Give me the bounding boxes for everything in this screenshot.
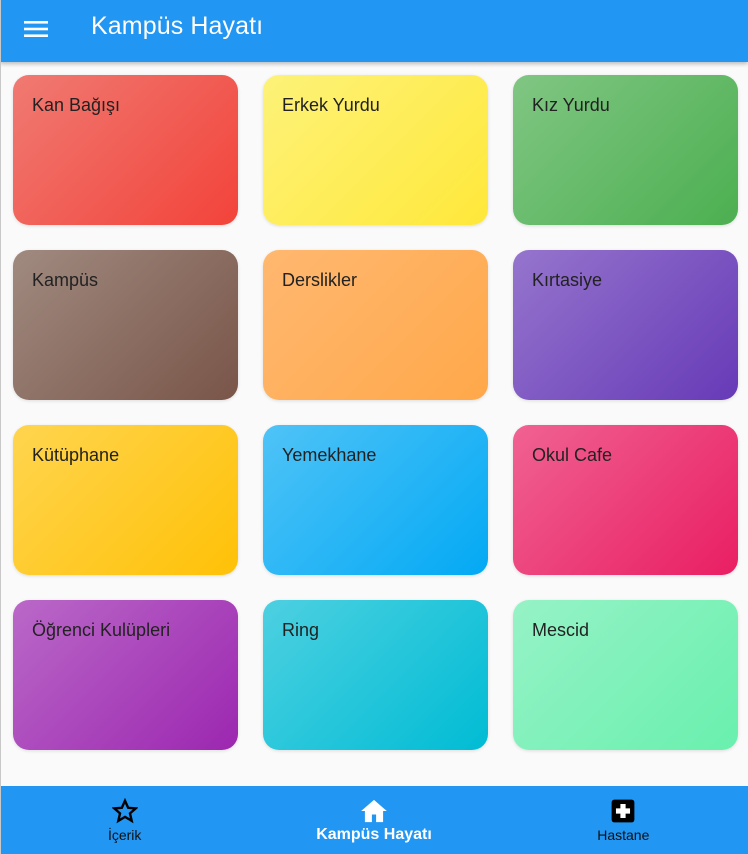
tile-label: Kız Yurdu [532, 95, 610, 115]
tile-kiz-yurdu[interactable]: Kız Yurdu [513, 75, 738, 225]
tile-label: Öğrenci Kulüpleri [32, 620, 171, 640]
home-icon [360, 797, 388, 825]
menu-icon [24, 21, 48, 37]
tile-kirtasiye[interactable]: Kırtasiye [513, 250, 738, 400]
tile-kutuphane[interactable]: Kütüphane [13, 425, 238, 575]
tile-label: Kütüphane [32, 445, 120, 465]
nav-label: Kampüs Hayatı [316, 826, 432, 843]
tile-label: Mescid [532, 620, 590, 640]
category-grid: Kan Bağışı Erkek Yurdu Kız Yurdu Kampüs … [13, 75, 738, 750]
tile-kampus[interactable]: Kampüs [13, 250, 238, 400]
tile-label: Kan Bağışı [32, 95, 121, 115]
tile-label: Kampüs [32, 270, 99, 290]
tile-label: Yemekhane [282, 445, 377, 465]
tile-derslikler[interactable]: Derslikler [263, 250, 488, 400]
star-outline-icon [111, 797, 139, 825]
window-edge [0, 0, 1, 854]
tile-ring[interactable]: Ring [263, 600, 488, 750]
nav-item-hastane[interactable]: Hastane [499, 786, 748, 854]
tile-label: Derslikler [282, 270, 358, 290]
tile-okul-cafe[interactable]: Okul Cafe [513, 425, 738, 575]
tile-label: Ring [282, 620, 320, 640]
tile-yemekhane[interactable]: Yemekhane [263, 425, 488, 575]
nav-label: İçerik [107, 827, 142, 843]
nav-label: Hastane [597, 827, 650, 843]
tile-label: Okul Cafe [532, 445, 613, 465]
tile-ogrenci-kulupleri[interactable]: Öğrenci Kulüpleri [13, 600, 238, 750]
hospital-icon [609, 797, 637, 825]
nav-item-kampus-hayati[interactable]: Kampüs Hayatı [249, 786, 498, 854]
tile-erkek-yurdu[interactable]: Erkek Yurdu [263, 75, 488, 225]
tile-mescid[interactable]: Mescid [513, 600, 738, 750]
tile-label: Kırtasiye [532, 270, 603, 290]
nav-item-icerik[interactable]: İçerik [0, 786, 249, 854]
menu-button[interactable] [14, 9, 58, 49]
bottom-navigation: İçerik Kampüs Hayatı Hastane [0, 786, 748, 854]
tile-label: Erkek Yurdu [282, 95, 380, 115]
page-title: Kampüs Hayatı [91, 12, 264, 40]
app-bar: Kampüs Hayatı [0, 0, 748, 62]
tile-kan-bagisi[interactable]: Kan Bağışı [13, 75, 238, 225]
